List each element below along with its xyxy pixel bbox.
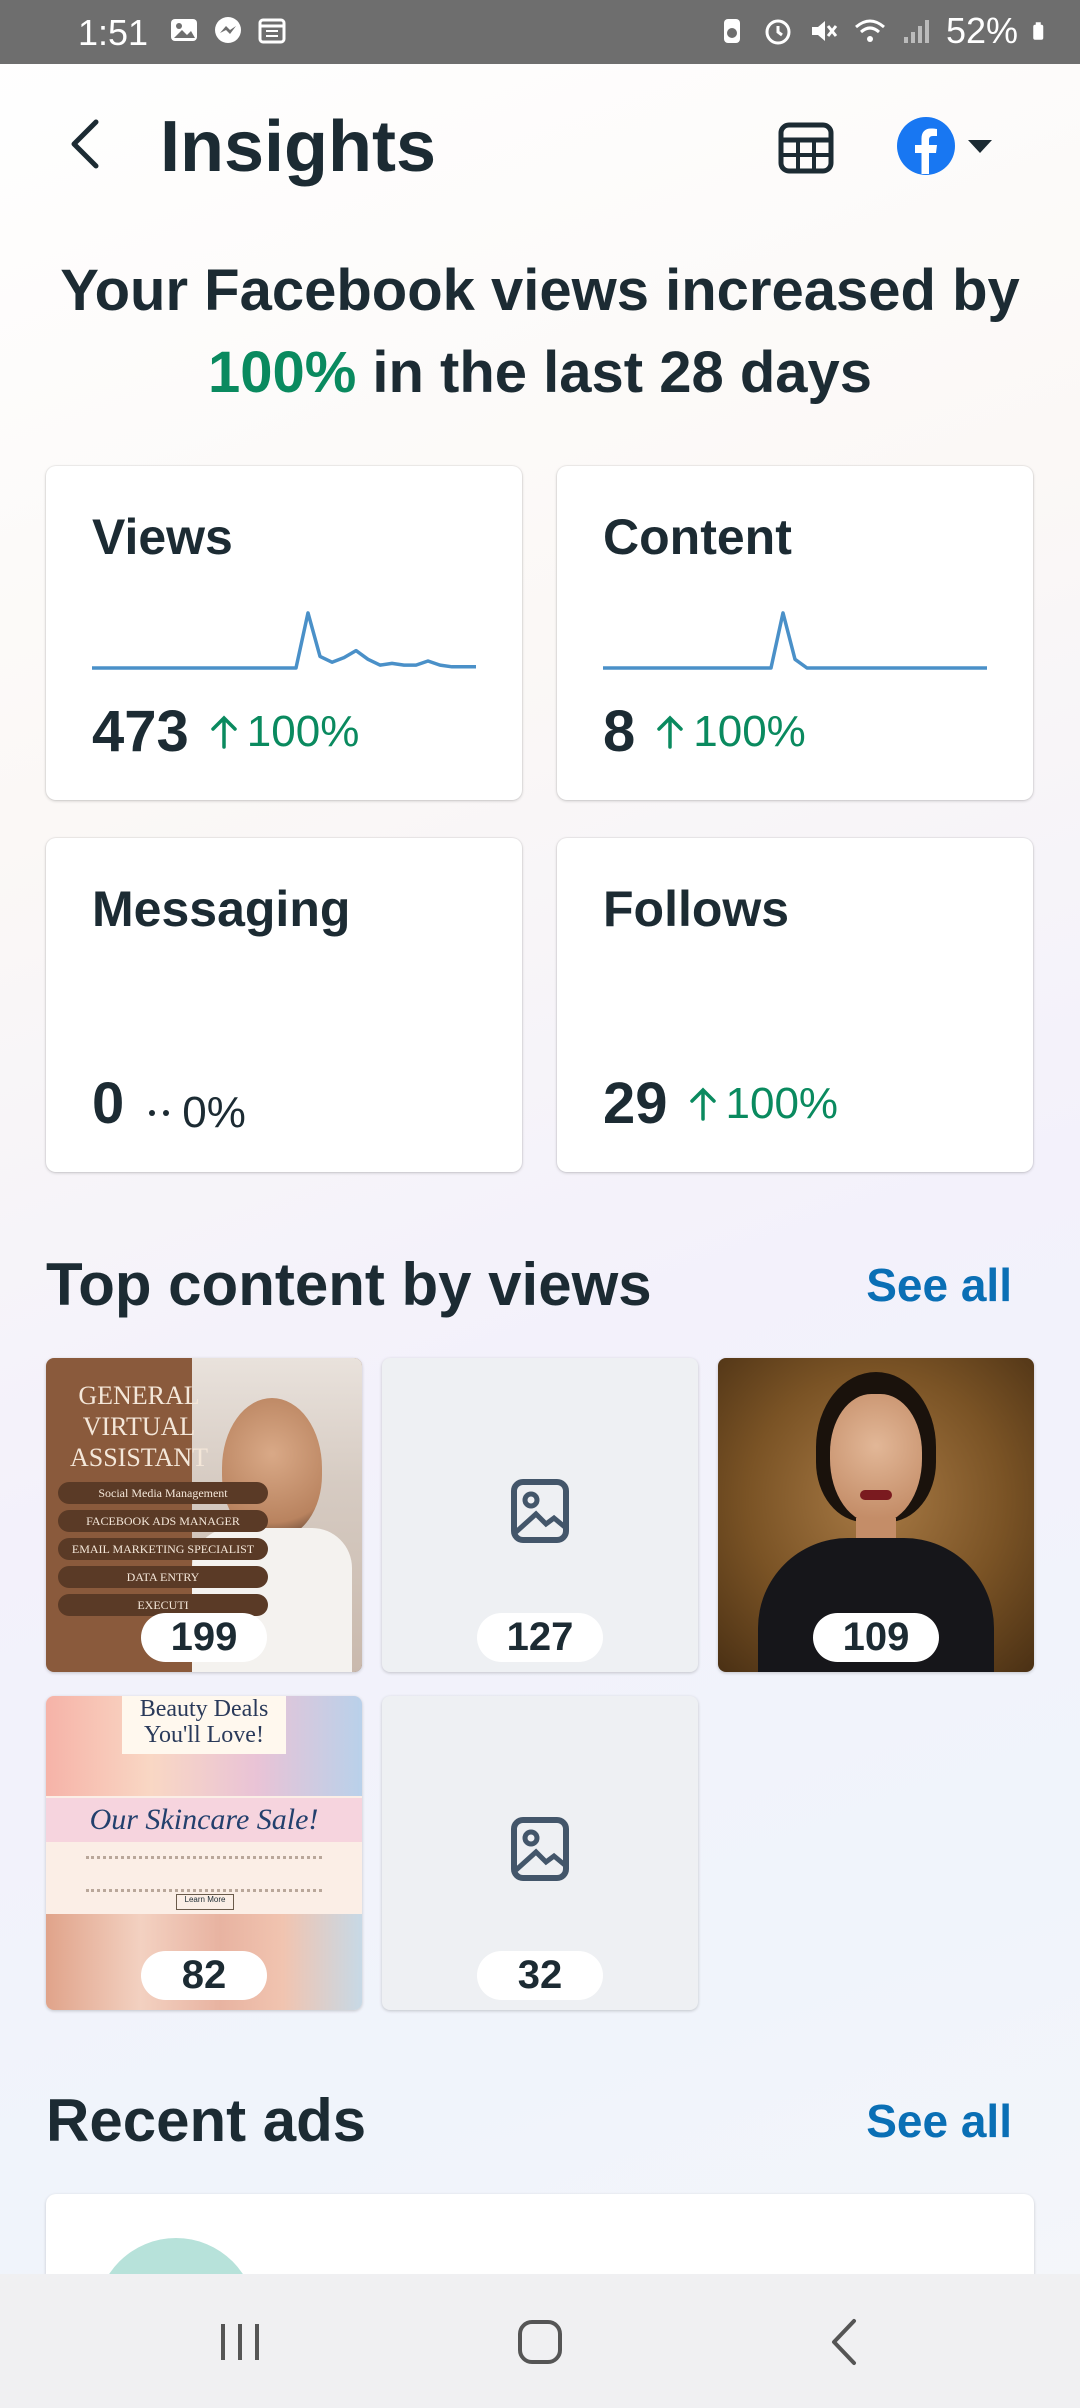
card-value: 29 [603, 1071, 668, 1136]
card-change-value: 100% [246, 707, 360, 756]
page-title: Insights [160, 107, 437, 187]
card-change: 100% [655, 707, 806, 757]
mute-icon [811, 21, 838, 41]
content-interactions-sparkline [603, 611, 987, 670]
content-thumbnail[interactable]: 109 [718, 1358, 1034, 1672]
header: Insights [0, 64, 1080, 234]
insights-headline: Your Facebook views increased by 100% in… [40, 250, 1040, 414]
post-banner: Our Skincare Sale! [46, 1798, 362, 1842]
card-title: Content interactions [603, 509, 886, 574]
wifi-icon [854, 19, 885, 42]
post-text-line: VIRTUAL [82, 1412, 196, 1441]
post-paragraph [86, 1856, 322, 1892]
home-icon [518, 2320, 562, 2364]
caret-down-icon [968, 140, 992, 153]
status-bar: 1:51 52% [0, 0, 1080, 64]
alarm-icon [765, 19, 791, 45]
sync-icon [723, 19, 740, 43]
post-text-line: You'll Love! [144, 1722, 264, 1748]
view-count-badge: 32 [477, 1951, 603, 2000]
portrait-face [830, 1394, 922, 1524]
battery-icon [1033, 22, 1044, 40]
account-switcher[interactable] [896, 116, 994, 176]
card-title: Messaging contacts [92, 881, 351, 946]
headline-text-before: Your Facebook views increased by [60, 258, 1020, 323]
battery-percent: 52% [945, 10, 1018, 51]
card-title: Views [92, 509, 233, 565]
content-interactions-card[interactable]: Content interactions 8 100% [557, 466, 1033, 800]
table-icon [778, 122, 834, 174]
card-change: 100% [688, 1079, 839, 1129]
content-thumbnail[interactable]: 127 [382, 1358, 698, 1672]
content-thumbnail[interactable]: Beauty Deals You'll Love! Our Skincare S… [46, 1696, 362, 2010]
follows-card[interactable]: Follows 29 100% [557, 838, 1033, 1172]
headline-text-after: in the last 28 days [356, 340, 873, 405]
post-text-line: Beauty Deals [139, 1696, 269, 1722]
card-value: 473 [92, 699, 189, 764]
card-change-value: 100% [725, 1079, 839, 1128]
card-change: 0% [144, 1088, 246, 1138]
view-count-badge: 127 [477, 1613, 603, 1662]
card-change: 100% [209, 707, 360, 757]
view-count-badge: 109 [813, 1613, 939, 1662]
post-text-line: ASSISTANT [69, 1443, 209, 1472]
back-button[interactable] [58, 116, 114, 172]
image-placeholder-icon [511, 1817, 569, 1881]
recent-ads-title: Recent ads [46, 2087, 367, 2154]
facebook-icon [897, 117, 955, 175]
post-pill: EMAIL MARKETING SPECIALIST [58, 1538, 268, 1560]
top-content-see-all-link[interactable]: See all [866, 1258, 1012, 1312]
image-placeholder-icon [511, 1479, 569, 1543]
messaging-contacts-card[interactable]: Messaging contacts 0 0% [46, 838, 522, 1172]
chevron-left-icon [71, 119, 99, 169]
card-title: Follows [603, 881, 790, 937]
system-nav-bar [0, 2274, 1080, 2408]
top-content-title: Top content by views [46, 1251, 652, 1318]
sparkline-path [92, 611, 476, 670]
no-change-icon [149, 1110, 170, 1116]
post-text-line: GENERAL [78, 1381, 200, 1410]
home-button[interactable] [500, 2312, 580, 2372]
content-thumbnail[interactable]: GENERAL VIRTUAL ASSISTANT Social Media M… [46, 1358, 362, 1672]
post-pill: FACEBOOK ADS MANAGER [58, 1510, 268, 1532]
back-nav-button[interactable] [804, 2312, 884, 2372]
post-headline: GENERAL VIRTUAL ASSISTANT [64, 1380, 214, 1473]
recents-button[interactable] [200, 2312, 280, 2372]
content-thumbnail[interactable]: 32 [382, 1696, 698, 2010]
messenger-icon [215, 17, 241, 43]
back-icon [832, 2319, 856, 2365]
view-count-badge: 82 [141, 1951, 267, 2000]
arrow-up-icon [211, 715, 237, 749]
signal-icon [903, 20, 929, 43]
post-pill: DATA ENTRY [58, 1566, 268, 1588]
arrow-up-icon [657, 715, 684, 749]
card-value: 8 [603, 699, 636, 764]
views-sparkline [92, 611, 476, 670]
view-count-badge: 199 [141, 1613, 267, 1662]
recent-ads-see-all-link[interactable]: See all [866, 2094, 1012, 2148]
sparkline-path [603, 611, 987, 670]
card-change-value: 0% [182, 1088, 246, 1137]
post-learn-more: Learn More [176, 1894, 234, 1910]
recents-icon [221, 2324, 259, 2360]
portrait-lips [860, 1490, 892, 1500]
card-value: 0 [92, 1071, 125, 1136]
views-card[interactable]: Views 473 100% [46, 466, 522, 800]
card-change-value: 100% [693, 707, 806, 756]
calendar-icon [258, 18, 286, 44]
post-pill: Social Media Management [58, 1482, 268, 1504]
table-view-button[interactable] [776, 118, 836, 178]
image-icon [171, 19, 197, 41]
arrow-up-icon [689, 1087, 716, 1121]
status-time: 1:51 [78, 12, 149, 53]
headline-percent: 100% [207, 340, 357, 405]
post-headline: Beauty Deals You'll Love! [122, 1696, 286, 1754]
